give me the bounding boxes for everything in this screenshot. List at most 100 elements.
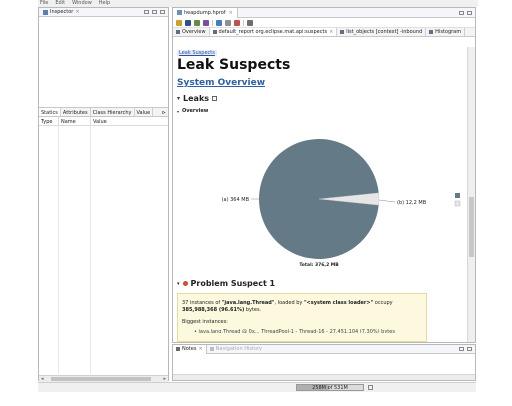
suspect-bytes: 385,988,368 (96.61%): [182, 307, 245, 313]
tab-statics[interactable]: Statics: [39, 108, 61, 116]
heapdump-icon: [177, 10, 182, 15]
menu-help[interactable]: Help: [99, 0, 110, 7]
list-objects-icon: [340, 30, 345, 34]
pie-chart-svg: (a) 364 MB (b) 12,2 MB Total: 376,2 MB: [222, 139, 461, 268]
suspect-class: "java.lang.Thread": [221, 300, 275, 306]
heap-status-text: 258M of 531M: [312, 385, 348, 391]
breadcrumb[interactable]: Leak Suspects: [177, 50, 217, 56]
inspector-body: [39, 17, 168, 107]
maximize-icon[interactable]: [467, 10, 472, 15]
maximize-icon[interactable]: [160, 10, 165, 14]
legend-swatch-b: [454, 200, 461, 207]
oql-icon[interactable]: [203, 19, 209, 26]
subtab-overview[interactable]: Overview: [173, 28, 210, 36]
tab-notes[interactable]: Notes ×: [173, 344, 207, 354]
status-bar: 258M of 531M: [38, 382, 476, 392]
subtab-list-objects-label: list_objects [context] -inbound: [346, 29, 423, 35]
editor-tab-label: heapdump.hprof: [184, 9, 226, 16]
minimize-icon[interactable]: [459, 10, 464, 15]
problem-suspect-header[interactable]: ▾ Problem Suspect 1: [177, 279, 275, 288]
maximize-icon[interactable]: [467, 347, 472, 351]
editor-tabbar: heapdump.hprof ×: [173, 7, 475, 18]
report-content: Leak Suspects Leak Suspects System Overv…: [173, 47, 469, 342]
heap-status[interactable]: 258M of 531M: [296, 384, 364, 391]
notes-scrollbar[interactable]: [173, 374, 475, 380]
suspect-text: 37 instances of: [182, 300, 222, 306]
problem-suspect-title: Problem Suspect 1: [190, 279, 276, 288]
dominator-tree-icon[interactable]: [194, 19, 200, 26]
close-icon[interactable]: ×: [75, 9, 79, 15]
heap-dump-overview-icon[interactable]: [234, 19, 240, 26]
notes-tab-label: Notes: [182, 346, 197, 352]
details-icon[interactable]: [212, 96, 218, 101]
table-body: [39, 126, 168, 374]
inspector-icon: [43, 9, 48, 15]
subtab-overview-label: Overview: [182, 29, 206, 35]
tab-navigation-history[interactable]: Navigation History: [207, 345, 265, 354]
column-name[interactable]: Name: [59, 117, 91, 125]
histogram-icon[interactable]: [185, 19, 191, 26]
subtab-histogram[interactable]: Histogram: [426, 28, 466, 36]
editor-tab-heapdump[interactable]: heapdump.hprof ×: [173, 7, 238, 18]
suspect-loader: "<system class loader>": [303, 300, 374, 306]
editor-area: heapdump.hprof × Overview default_report…: [172, 7, 476, 343]
editor-subtabs: Overview default_report org.eclipse.mat.…: [173, 28, 475, 37]
collapse-icon[interactable]: ▾: [177, 281, 180, 287]
scroll-thumb[interactable]: [469, 197, 474, 257]
suspect-text: bytes.: [244, 307, 262, 313]
search-icon[interactable]: [247, 19, 253, 26]
system-overview-link[interactable]: System Overview: [177, 78, 469, 88]
biggest-instance-item[interactable]: • java.lang.Thread @ 0x... ThreadPool-1 …: [194, 329, 422, 333]
subtab-list-objects[interactable]: list_objects [context] -inbound: [337, 28, 427, 36]
scroll-thumb[interactable]: [51, 377, 151, 381]
biggest-instances-label: Biggest instances:: [182, 319, 228, 325]
navigation-history-icon: [209, 347, 214, 351]
query-browser-icon[interactable]: [216, 19, 222, 26]
collapse-icon[interactable]: ▾: [177, 95, 180, 102]
legend-swatch-a: [455, 193, 460, 198]
pin-icon[interactable]: ⊳: [160, 108, 168, 116]
close-icon[interactable]: ×: [329, 29, 333, 35]
error-icon: [182, 281, 188, 286]
view-menu-icon[interactable]: [144, 10, 149, 14]
inspector-title: Inspector: [50, 9, 74, 15]
menu-bar: File Edit Window Help: [38, 0, 478, 7]
notes-tabbar: Notes × Navigation History: [173, 344, 475, 354]
close-icon[interactable]: ×: [229, 10, 233, 16]
menu-edit[interactable]: Edit: [55, 0, 65, 7]
notes-icon: [176, 347, 180, 351]
menu-window[interactable]: Window: [72, 0, 92, 7]
menu-file[interactable]: File: [40, 0, 48, 7]
tab-class-hierarchy[interactable]: Class Hierarchy: [91, 108, 135, 116]
column-value[interactable]: Value: [91, 117, 168, 125]
column-type[interactable]: Type: [39, 117, 59, 125]
overview-icon: [176, 30, 180, 34]
horizontal-scrollbar[interactable]: ◂ ▸: [39, 375, 168, 382]
collapse-icon[interactable]: ▾: [177, 109, 179, 114]
inspector-tab[interactable]: Inspector ×: [39, 8, 168, 17]
info-icon[interactable]: [176, 19, 182, 26]
overview-label: Overview: [182, 108, 209, 114]
inspector-panel: Inspector × Statics Attributes Class Hie…: [38, 7, 169, 382]
minimize-icon[interactable]: [152, 10, 157, 14]
subtab-histogram-label: Histogram: [435, 29, 462, 35]
editor-toolbar: [173, 18, 475, 28]
attribute-tabs: Statics Attributes Class Hierarchy Value…: [39, 107, 168, 117]
subtab-default-report[interactable]: default_report org.eclipse.mat.api:suspe…: [209, 28, 338, 36]
suspect-text: , loaded by: [274, 300, 304, 306]
tab-attributes[interactable]: Attributes: [61, 108, 91, 116]
garbage-collect-icon[interactable]: [368, 385, 373, 390]
subtab-default-report-label: default_report org.eclipse.mat.api:suspe…: [218, 29, 328, 35]
pie-total-label: Total: 376,2 MB: [299, 262, 339, 268]
page-title: Leak Suspects: [177, 57, 291, 73]
find-object-icon[interactable]: [225, 19, 231, 26]
leader-line-b: [378, 199, 396, 203]
overview-section[interactable]: ▾ Overview: [177, 108, 469, 114]
minimize-icon[interactable]: [459, 347, 464, 351]
close-icon[interactable]: ×: [198, 346, 202, 352]
tab-value[interactable]: Value: [135, 108, 154, 116]
pie-chart: (a) 364 MB (b) 12,2 MB Total: 376,2 MB: [173, 137, 469, 272]
leaks-section[interactable]: ▾ Leaks: [177, 94, 469, 103]
navigation-history-label: Navigation History: [215, 346, 263, 352]
vertical-scrollbar[interactable]: [467, 47, 475, 342]
